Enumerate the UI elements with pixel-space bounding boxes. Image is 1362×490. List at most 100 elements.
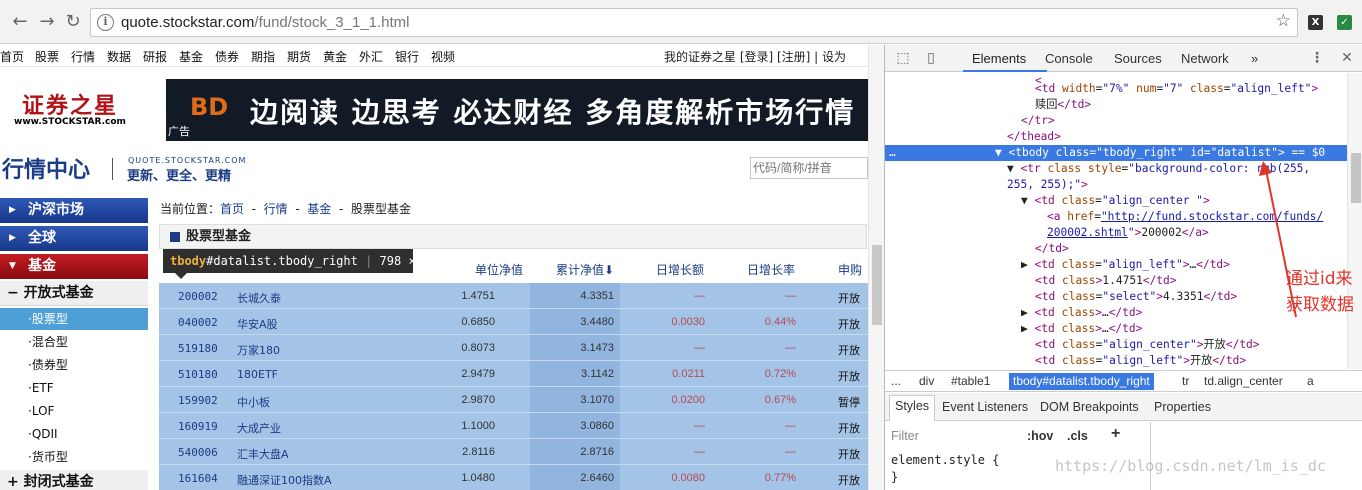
reload-icon[interactable]: ↻ <box>62 11 84 33</box>
forward-icon[interactable]: → <box>36 11 58 33</box>
table-row[interactable]: 161604 融通深证100指数A 1.0480 2.6460 0.0080 0.77% 开… <box>159 465 884 490</box>
topnav-item[interactable]: 期货 <box>287 48 311 65</box>
url-text[interactable]: quote.stockstar.com/fund/stock_3_1_1.htm… <box>121 14 410 31</box>
site-info-icon[interactable]: i <box>97 14 114 31</box>
cell-unit: 2.9479 <box>461 368 495 380</box>
col-subscribe[interactable]: 申购 <box>838 261 862 278</box>
class-toggle[interactable]: .cls <box>1067 429 1088 443</box>
topnav-item[interactable]: 债券 <box>215 48 239 65</box>
topnav-item[interactable]: 黄金 <box>323 48 347 65</box>
cell-name[interactable]: 汇丰大盘A <box>237 446 289 462</box>
sidebar-item-shenzhen-shanghai[interactable]: ▶ 沪深市场 <box>0 198 148 223</box>
breadcrumb-fund[interactable]: 基金 <box>307 202 331 216</box>
cell-code[interactable]: 510180 <box>178 368 218 381</box>
tab-dom-breakpoints[interactable]: DOM Breakpoints <box>1040 400 1139 414</box>
cell-code[interactable]: 540006 <box>178 446 218 459</box>
bookmark-star-icon[interactable]: ☆ <box>1276 11 1291 31</box>
extension-x-icon[interactable]: X <box>1308 15 1323 30</box>
sidebar-item-global[interactable]: ▶ 全球 <box>0 226 148 251</box>
tab-event-listeners[interactable]: Event Listeners <box>942 400 1028 414</box>
cell-code[interactable]: 200002 <box>178 290 218 303</box>
device-toggle-icon[interactable]: ▯ <box>923 50 939 66</box>
dom-crumb[interactable]: #table1 <box>951 374 990 388</box>
tab-network[interactable]: Network <box>1181 51 1229 66</box>
stockstar-logo[interactable]: 证券之星 www.STOCKSTAR.com <box>14 85 134 135</box>
sidebar-item-fund[interactable]: ▼ 基金 <box>0 254 148 279</box>
tab-elements[interactable]: Elements <box>972 51 1026 66</box>
dom-crumb[interactable]: tr <box>1182 374 1189 388</box>
inspect-element-icon[interactable]: ⬚ <box>895 50 911 66</box>
more-tabs-icon[interactable]: » <box>1251 51 1258 66</box>
account-links[interactable]: 我的证券之星 [登录] [注册] | 设为 <box>664 48 846 65</box>
hover-state-toggle[interactable]: :hov <box>1027 429 1053 443</box>
table-row[interactable]: 159902 中小板 2.9870 3.1070 0.0200 0.67% 暂停 <box>159 387 884 413</box>
kebab-menu-icon[interactable]: ⋮ <box>1309 50 1325 66</box>
col-acc-nav[interactable]: 累计净值⬇ <box>556 261 614 278</box>
topnav-item[interactable]: 首页 <box>0 48 24 65</box>
tab-sources[interactable]: Sources <box>1114 51 1162 66</box>
topnav-item[interactable]: 外汇 <box>359 48 383 65</box>
sidebar-group-open-fund[interactable]: − 开放式基金 <box>0 281 148 306</box>
cell-code[interactable]: 040002 <box>178 316 218 329</box>
table-row[interactable]: 160919 大成产业 1.1000 3.0860 — — 开放 <box>159 413 884 439</box>
dom-crumb[interactable]: a <box>1307 374 1314 388</box>
add-rule-icon[interactable]: + <box>1111 425 1120 443</box>
scroll-thumb[interactable] <box>872 245 882 325</box>
table-row[interactable]: 519180 万家180 0.8073 3.1473 — — 开放 <box>159 335 884 361</box>
table-row[interactable]: 510180 180ETF 2.9479 3.1142 0.0211 0.72% 开放 <box>159 361 884 387</box>
topnav-item[interactable]: 行情 <box>71 48 95 65</box>
topnav-item[interactable]: 银行 <box>395 48 419 65</box>
topnav-item[interactable]: 研报 <box>143 48 167 65</box>
dom-crumb[interactable]: div <box>919 374 934 388</box>
topnav-item[interactable]: 视频 <box>431 48 455 65</box>
col-daily-rate[interactable]: 日增长率 <box>747 261 795 278</box>
sidebar-sub-item[interactable]: ·混合型 <box>0 331 148 353</box>
tab-properties[interactable]: Properties <box>1154 400 1211 414</box>
tab-styles[interactable]: Styles <box>889 395 936 421</box>
sidebar-group-closed-fund[interactable]: + 封闭式基金 <box>0 470 148 490</box>
dom-crumb[interactable]: tbody#datalist.tbody_right <box>1009 373 1154 390</box>
sidebar-sub-item[interactable]: ·债券型 <box>0 354 148 376</box>
close-icon[interactable]: ✕ <box>1339 50 1355 66</box>
table-row[interactable]: 540006 汇丰大盘A 2.8116 2.8716 — — 开放 <box>159 439 884 465</box>
cell-name[interactable]: 万家180 <box>237 342 280 358</box>
cell-name[interactable]: 华安A股 <box>237 316 278 332</box>
sidebar-sub-item[interactable]: ·货币型 <box>0 446 148 468</box>
extension-green-icon[interactable]: ✓ <box>1337 15 1352 30</box>
cell-unit: 2.9870 <box>461 394 495 406</box>
cell-name[interactable]: 融通深证100指数A <box>237 472 332 488</box>
cell-code[interactable]: 160919 <box>178 420 218 433</box>
topnav-item[interactable]: 股票 <box>35 48 59 65</box>
sidebar-sub-item[interactable]: ·QDII <box>0 423 148 445</box>
ad-banner[interactable]: BD 边阅读 边思考 必达财经 多角度解析市场行情 广告 <box>166 79 870 141</box>
cell-code[interactable]: 519180 <box>178 342 218 355</box>
dom-crumb[interactable]: ... <box>891 374 901 388</box>
cell-name[interactable]: 长城久泰 <box>237 290 281 306</box>
filter-input[interactable]: Filter <box>891 429 919 443</box>
topnav-item[interactable]: 基金 <box>179 48 203 65</box>
dom-crumb[interactable]: td.align_center <box>1204 374 1283 388</box>
cell-buy: 开放 <box>838 448 860 461</box>
col-daily-change[interactable]: 日增长额 <box>656 261 704 278</box>
cell-name[interactable]: 180ETF <box>237 368 278 381</box>
search-input[interactable] <box>750 157 868 179</box>
col-unit-nav[interactable]: 单位净值 <box>475 261 523 278</box>
cell-name[interactable]: 大成产业 <box>237 420 281 436</box>
page-scrollbar[interactable] <box>868 45 884 490</box>
cell-code[interactable]: 159902 <box>178 394 218 407</box>
breadcrumb-home[interactable]: 首页 <box>220 202 244 216</box>
table-row[interactable]: 200002 长城久泰 1.4751 4.3351 — — 开放 <box>159 283 884 309</box>
element-style-rule[interactable]: element.style { <box>891 453 999 467</box>
sidebar-sub-item[interactable]: ·LOF <box>0 400 148 422</box>
sidebar-sub-item[interactable]: ·股票型 <box>0 308 148 330</box>
tab-console[interactable]: Console <box>1045 51 1093 66</box>
cell-name[interactable]: 中小板 <box>237 394 270 410</box>
address-bar[interactable]: i quote.stockstar.com/fund/stock_3_1_1.h… <box>90 8 1298 37</box>
topnav-item[interactable]: 数据 <box>107 48 131 65</box>
topnav-item[interactable]: 期指 <box>251 48 275 65</box>
sidebar-sub-item[interactable]: ·ETF <box>0 377 148 399</box>
cell-code[interactable]: 161604 <box>178 472 218 485</box>
back-icon[interactable]: ← <box>9 11 31 33</box>
breadcrumb-quotes[interactable]: 行情 <box>264 202 288 216</box>
table-row[interactable]: 040002 华安A股 0.6850 3.4480 0.0030 0.44% 开放 <box>159 309 884 335</box>
